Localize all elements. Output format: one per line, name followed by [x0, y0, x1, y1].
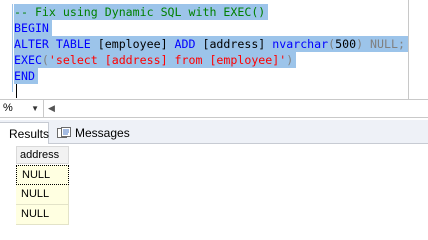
code-line: END	[14, 68, 38, 84]
scrollbar-divider	[408, 0, 409, 99]
code-token: BEGIN	[14, 21, 49, 35]
code-token: )	[286, 53, 294, 67]
zoom-value: %	[3, 102, 13, 114]
code-token: [employee]	[97, 37, 175, 51]
tab-results[interactable]: Results	[0, 122, 49, 144]
tab-messages-label: Messages	[75, 126, 130, 140]
code-token: ADD	[174, 37, 203, 51]
row-selector-column	[0, 144, 16, 227]
tab-messages[interactable]: Messages	[57, 122, 130, 144]
column-header-address[interactable]: address	[16, 146, 69, 164]
code-line: -- Fix using Dynamic SQL with EXEC()	[14, 4, 269, 20]
grid-cell[interactable]: NULL	[16, 165, 69, 185]
code-token: 500	[335, 37, 357, 51]
grid-cell[interactable]: NULL	[16, 205, 69, 225]
results-grid: address NULL NULL NULL	[0, 144, 428, 227]
chevron-down-icon: ▼	[31, 104, 39, 113]
code-token: nvarchar	[272, 37, 329, 51]
code-token: 'select [address] from [employee]'	[48, 53, 287, 67]
code-line: BEGIN	[14, 20, 52, 36]
query-editor[interactable]: -- Fix using Dynamic SQL with EXEC() BEGI…	[0, 0, 428, 99]
code-token: ;	[397, 37, 405, 51]
code-token: -- Fix using Dynamic SQL with EXEC()	[14, 5, 266, 19]
text-caret	[16, 84, 17, 98]
results-tabbar: Results Messages	[0, 120, 428, 144]
code-token: )	[356, 37, 371, 51]
messages-icon	[57, 127, 71, 138]
code-token: ALTER TABLE	[14, 37, 98, 51]
editor-gutter	[0, 0, 14, 99]
code-token: NULL	[370, 37, 398, 51]
scroll-left-arrow-icon[interactable]: ◀	[48, 100, 55, 117]
code-token: END	[14, 69, 35, 83]
code-token: [address]	[202, 37, 273, 51]
vertical-scrollbar[interactable]	[408, 0, 428, 99]
grid-cell[interactable]: NULL	[16, 185, 69, 205]
code-line: ALTER TABLE [employee] ADD [address] nva…	[14, 36, 408, 52]
tab-results-label: Results	[9, 127, 50, 141]
zoom-dropdown[interactable]: % ▼	[0, 100, 44, 117]
code-token: EXEC	[14, 53, 42, 67]
change-tracking-bar	[12, 4, 13, 92]
editor-status-bar: % ▼ ◀	[0, 99, 428, 118]
code-line: EXEC('select [address] from [employee]')	[14, 52, 297, 68]
code-token: (	[41, 53, 49, 67]
